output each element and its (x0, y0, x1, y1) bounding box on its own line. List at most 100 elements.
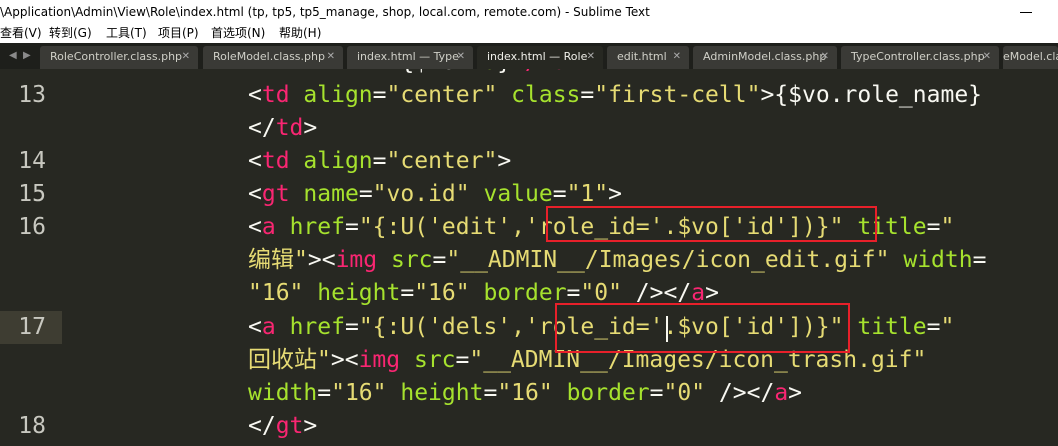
code-tag-token: a (261, 314, 276, 340)
code-plain-token: = (455, 347, 470, 373)
line-number-current: 17 (18, 314, 46, 340)
tab-close-icon[interactable]: ✕ (821, 46, 829, 68)
tab-edit-html[interactable]: edit.html ✕ (607, 46, 689, 69)
line-number: 18 (18, 413, 46, 439)
code-plain-token: = (552, 181, 567, 207)
code-attribute-token: value (483, 181, 553, 207)
annotation-box-dels (555, 303, 850, 353)
code-string-token: "__ADMIN__/Images/icon_edit.gif" (446, 247, 890, 273)
code-plain-token (470, 181, 484, 207)
code-string-token: "vo.id" (372, 181, 470, 207)
menu-bar: 查看(V) 转到(G) 工具(T) 项目(P) 首选项(N) 帮助(H) (0, 24, 1058, 43)
menu-project[interactable]: 项目(P) (158, 24, 199, 43)
code-plain-token (276, 214, 290, 240)
code-attribute-token: src (390, 247, 433, 273)
code-plain-token (290, 148, 304, 174)
tab-close-icon[interactable]: ✕ (673, 46, 681, 68)
code-tag-token: gt (275, 413, 304, 439)
code-plain-token (303, 280, 317, 306)
tab-close-icon[interactable]: ✕ (327, 46, 335, 68)
code-attribute-token: title (857, 314, 927, 340)
text-cursor (666, 316, 668, 342)
menu-help[interactable]: 帮助(H) (279, 24, 321, 43)
tab-index-type[interactable]: index.html — Type ✕ (347, 46, 473, 69)
code-plain-token: = (649, 380, 664, 406)
code-attribute-token: id (470, 69, 498, 75)
code-string-token: "16" (414, 280, 470, 306)
window-titlebar: \Application\Admin\View\Role\index.html … (0, 0, 1058, 24)
code-plain-token: </ (248, 115, 276, 141)
code-editor[interactable]: 13 14 15 16 17 18 <tr> {$vo.id}</td> <td… (0, 69, 1058, 446)
code-plain-token (889, 247, 903, 273)
menu-tools[interactable]: 工具(T) (106, 24, 147, 43)
code-attribute-token: src (413, 347, 456, 373)
code-plain-token: > {$vo. (373, 69, 470, 75)
menu-goto[interactable]: 转到(G) (49, 24, 92, 43)
code-plain-token (470, 280, 484, 306)
minimize-icon[interactable] (1020, 0, 1034, 24)
code-plain-token (377, 247, 391, 273)
code-line: <td align="center" class="first-cell">{$… (248, 79, 982, 112)
tab-label: index.html — Type (357, 50, 459, 63)
tab-rolemodel[interactable]: RoleModel.class.php ✕ (203, 46, 343, 69)
code-plain-token: = (372, 148, 387, 174)
code-line: </td> (248, 112, 317, 145)
code-plain-token: = (372, 82, 387, 108)
tab-close-icon[interactable]: ✕ (983, 46, 991, 68)
code-string-token: " (940, 214, 955, 240)
code-plain-token: </ (248, 413, 276, 439)
code-string-token: " (940, 314, 955, 340)
code-plain-token (387, 380, 401, 406)
line-number: 13 (18, 82, 46, 108)
menu-preferences[interactable]: 首选项(N) (211, 24, 265, 43)
annotation-box-edit (546, 206, 877, 242)
menu-view[interactable]: 查看(V) (0, 24, 42, 43)
tab-scroll-right-icon[interactable]: ▶ (23, 43, 31, 69)
code-line: 编辑"><img src="__ADMIN__/Images/icon_edit… (248, 244, 986, 277)
tab-close-icon[interactable]: ✕ (182, 46, 190, 68)
code-plain-token: < (248, 82, 262, 108)
line-number: 14 (18, 148, 46, 174)
code-plain-token: = (580, 82, 595, 108)
code-plain-token: >{$vo.role_name} (760, 82, 983, 108)
code-plain-token: > (567, 69, 581, 75)
code-plain-token (497, 82, 511, 108)
tab-label: eModel.cla (1003, 50, 1058, 63)
code-string-token: "1" (566, 181, 609, 207)
tab-close-icon[interactable]: ✕ (457, 46, 465, 68)
tab-index-role[interactable]: index.html — Role ✕ (477, 46, 603, 69)
code-plain-token (553, 380, 567, 406)
code-line: <td align="center"> (248, 145, 511, 178)
code-plain-token (276, 314, 290, 340)
code-plain-token: = (972, 247, 987, 273)
code-plain-token: = (358, 181, 373, 207)
code-plain-token: = (926, 314, 941, 340)
code-plain-token: = (926, 214, 941, 240)
code-plain-token: > (497, 148, 512, 174)
code-plain-token: } (497, 69, 511, 75)
code-attribute-token: height (400, 380, 484, 406)
tab-overflow[interactable]: eModel.cla (1003, 46, 1058, 69)
tab-adminmodel[interactable]: AdminModel.class.php ✕ (693, 46, 837, 69)
code-plain-token: = (317, 380, 332, 406)
code-attribute-token: href (289, 314, 345, 340)
code-attribute-token: href (289, 214, 345, 240)
tab-close-icon[interactable]: ✕ (587, 46, 595, 68)
code-tag-token: a (261, 214, 276, 240)
code-plain-token: > (303, 115, 318, 141)
tab-typecontroller[interactable]: TypeController.class.php ✕ (841, 46, 999, 69)
code-string-token: "0" (663, 380, 706, 406)
code-plain-token: = (432, 247, 447, 273)
tab-rolecontroller[interactable]: RoleController.class.php ✕ (40, 46, 198, 69)
code-plain-token: >< (330, 347, 359, 373)
code-tag-token: gt (261, 181, 290, 207)
code-string-token: "center" (386, 148, 498, 174)
tab-scroll-left-icon[interactable]: ◀ (9, 43, 17, 69)
tab-label: TypeController.class.php (851, 50, 985, 63)
code-tag-token: td (275, 115, 304, 141)
code-attribute-token: class (511, 82, 581, 108)
code-string-token: "first-cell" (594, 82, 761, 108)
code-string-token: "center" (386, 82, 498, 108)
code-string-token: 回收站" (248, 347, 331, 373)
tab-label: RoleModel.class.php (213, 50, 325, 63)
